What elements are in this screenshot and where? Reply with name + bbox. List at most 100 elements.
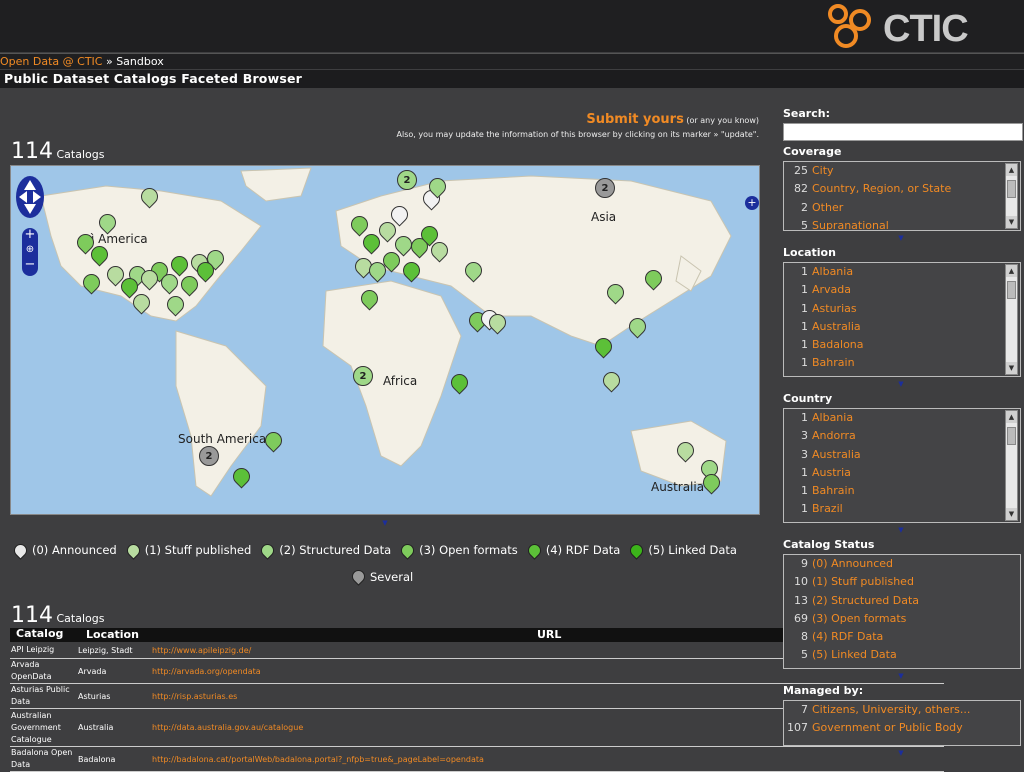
scroll-down-icon[interactable]: ▼	[1006, 216, 1017, 228]
facet-item[interactable]: 69 (3) Open formats	[784, 610, 1020, 628]
facet-link[interactable]: Government or Public Body	[812, 721, 963, 734]
facet-item[interactable]: 5 (5) Linked Data	[784, 646, 1020, 664]
facet-link[interactable]: Country, Region, or State	[812, 182, 951, 195]
facet-link[interactable]: City	[812, 164, 834, 177]
breadcrumb-separator: »	[102, 55, 117, 68]
map-cluster-marker-icon[interactable]: 2	[595, 178, 615, 198]
facet-link[interactable]: Badalona	[812, 338, 864, 351]
zoom-out-icon[interactable]: −	[22, 258, 38, 272]
facet-link[interactable]: Supranational	[812, 219, 889, 230]
country-facet: Country 1 Albania 3 Andorra 3 Australia 1 Austr…	[783, 392, 1023, 523]
facet-item[interactable]: 1 Albania	[784, 263, 1020, 281]
pan-arrows-icon	[19, 180, 41, 214]
header-location[interactable]: Location	[76, 628, 152, 642]
country-more-icon[interactable]: ▼	[897, 526, 905, 534]
facet-count: 1	[801, 338, 808, 352]
facet-item[interactable]: 3 Australia	[784, 446, 1020, 464]
facet-item[interactable]: 9 (0) Announced	[784, 555, 1020, 573]
search-input[interactable]	[783, 123, 1023, 141]
breadcrumb-home-link[interactable]: Open Data @ CTIC	[0, 55, 102, 68]
zoom-world-icon[interactable]: ⊕	[22, 242, 38, 258]
logo-text: CTIC	[883, 8, 969, 50]
facet-item[interactable]: 1 Austria	[784, 464, 1020, 482]
facet-link[interactable]: Albania	[812, 265, 853, 278]
facet-link[interactable]: Bahrain	[812, 356, 855, 369]
scroll-up-icon[interactable]: ▲	[1006, 411, 1017, 423]
facet-item[interactable]: 1 Australia	[784, 318, 1020, 336]
url-link[interactable]: http://badalona.cat/portalWeb/badalona.p…	[152, 755, 944, 764]
facet-item[interactable]: 107 Government or Public Body	[784, 719, 1020, 737]
cluster-count: 2	[601, 183, 609, 194]
managed-more-icon[interactable]: ▼	[897, 749, 905, 757]
facet-item[interactable]: 1 Arvada	[784, 281, 1020, 299]
map-expand-icon[interactable]: ▼	[381, 519, 389, 527]
facet-link[interactable]: Australia	[812, 320, 861, 333]
facet-item[interactable]: 1 Bahrain	[784, 354, 1020, 372]
facet-item[interactable]: 13 (2) Structured Data	[784, 592, 1020, 610]
facet-link[interactable]: Austria	[812, 466, 851, 479]
status-more-icon[interactable]: ▼	[897, 672, 905, 680]
facet-item[interactable]: 1 Bahrain	[784, 482, 1020, 500]
facet-item[interactable]: 2 Other	[784, 199, 1020, 217]
facet-item[interactable]: 25 City	[784, 162, 1020, 180]
facet-link[interactable]: Citizens, University, others...	[812, 703, 970, 716]
facet-scrollbar[interactable]: ▲ ▼	[1005, 163, 1018, 229]
facet-item[interactable]: 1 Albania	[784, 409, 1020, 427]
table-row[interactable]: Badalona Open Data Badalona http://badalon…	[10, 747, 944, 772]
facet-item[interactable]: 82 Country, Region, or State	[784, 180, 1020, 198]
facet-link[interactable]: (3) Open formats	[812, 612, 906, 625]
scroll-down-icon[interactable]: ▼	[1006, 362, 1017, 374]
facet-scrollbar[interactable]: ▲ ▼	[1005, 410, 1018, 521]
facet-link[interactable]: (1) Stuff published	[812, 575, 914, 588]
catalog-count-number: 114	[11, 603, 53, 628]
facet-scrollbar[interactable]: ▲ ▼	[1005, 264, 1018, 375]
facet-link[interactable]: Australia	[812, 448, 861, 461]
layer-switcher-icon[interactable]: +	[745, 196, 759, 210]
facet-item[interactable]: 3 Andorra	[784, 427, 1020, 445]
zoom-in-icon[interactable]: +	[22, 228, 38, 242]
facet-link[interactable]: Albania	[812, 411, 853, 424]
map-cluster-marker-icon[interactable]: 2	[199, 446, 219, 466]
scroll-up-icon[interactable]: ▲	[1006, 164, 1017, 176]
scroll-thumb[interactable]	[1007, 180, 1016, 198]
submit-link[interactable]: Submit yours	[586, 112, 683, 127]
location-cell: Australia	[78, 723, 114, 732]
map-cluster-marker-icon[interactable]: 2	[353, 366, 373, 386]
map-pin-icon	[258, 540, 277, 560]
facet-link[interactable]: (5) Linked Data	[812, 648, 897, 661]
legend-label: Several	[370, 569, 414, 584]
legend-label: (3) Open formats	[419, 543, 518, 557]
pan-control-icon[interactable]	[16, 176, 44, 218]
facet-link[interactable]: Arvada	[812, 283, 851, 296]
facet-item[interactable]: 8 (4) RDF Data	[784, 628, 1020, 646]
world-map[interactable]: ì America Asia Africa South America Aust…	[10, 165, 760, 515]
scroll-thumb[interactable]	[1007, 281, 1016, 299]
facet-link[interactable]: Asturias	[812, 302, 857, 315]
breadcrumb: Open Data @ CTIC » Sandbox	[0, 53, 1024, 69]
submit-update-hint: Also, you may update the information of …	[396, 130, 759, 139]
facet-item[interactable]: 5 Supranational	[784, 217, 1020, 230]
facet-link[interactable]: Other	[812, 201, 843, 214]
facet-count: 3	[801, 429, 808, 443]
facet-item[interactable]: 1 Asturias	[784, 300, 1020, 318]
facet-link[interactable]: Andorra	[812, 429, 856, 442]
facet-link[interactable]: (2) Structured Data	[812, 594, 919, 607]
map-cluster-marker-icon[interactable]: 2	[397, 170, 417, 190]
location-more-icon[interactable]: ▼	[897, 380, 905, 388]
facet-count: 1	[801, 265, 808, 278]
facet-item[interactable]: 1 Brazil	[784, 500, 1020, 518]
facet-item[interactable]: 7 Citizens, University, others...	[784, 701, 1020, 719]
facet-item[interactable]: 1 Badalona	[784, 336, 1020, 354]
facet-link[interactable]: (4) RDF Data	[812, 630, 883, 643]
header-catalog[interactable]: Catalog	[10, 628, 76, 642]
facet-link[interactable]: (0) Announced	[812, 557, 893, 570]
scroll-thumb[interactable]	[1007, 427, 1016, 445]
facet-count: 82	[794, 182, 808, 196]
facet-link[interactable]: Brazil	[812, 502, 843, 515]
facet-link[interactable]: Bahrain	[812, 484, 855, 497]
coverage-more-icon[interactable]: ▼	[897, 234, 905, 242]
map-pin-icon	[124, 540, 143, 560]
scroll-down-icon[interactable]: ▼	[1006, 508, 1017, 520]
scroll-up-icon[interactable]: ▲	[1006, 265, 1017, 277]
facet-item[interactable]: 10 (1) Stuff published	[784, 573, 1020, 591]
